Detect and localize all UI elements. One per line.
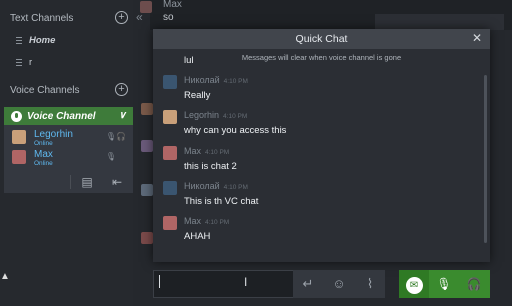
background-avatar bbox=[141, 103, 153, 115]
voice-channel-toolbar: ▤ ⇤ bbox=[4, 171, 133, 193]
message-author: Николай 4:10 PM bbox=[184, 181, 248, 191]
voice-channel-label: Voice Channel bbox=[27, 110, 96, 122]
ibeam-cursor-icon: I bbox=[244, 275, 248, 289]
divider bbox=[70, 175, 71, 189]
microphone-icon: 🎙 bbox=[105, 132, 116, 141]
background-avatar bbox=[140, 1, 152, 13]
background-avatar bbox=[141, 184, 153, 196]
message-text: why can you access this bbox=[184, 125, 287, 136]
author-name: Max bbox=[184, 216, 202, 226]
leave-channel-icon[interactable]: ⇤ bbox=[107, 173, 127, 191]
message-author: Max 4:10 PM bbox=[184, 216, 229, 226]
message-time: 4:10 PM bbox=[223, 78, 248, 85]
channel-item-r[interactable]: r bbox=[16, 57, 32, 68]
add-voice-channel-icon[interactable]: + bbox=[115, 83, 128, 96]
author-name: Max bbox=[184, 146, 202, 156]
voice-channels-label: Voice Channels bbox=[10, 84, 80, 96]
mouse-pointer-icon: ▲ bbox=[0, 271, 10, 282]
message-time: 4:10 PM bbox=[223, 113, 248, 120]
member-status: Online bbox=[34, 140, 53, 147]
member-name: Max bbox=[34, 149, 53, 160]
scrollbar[interactable] bbox=[484, 75, 487, 243]
chevron-down-icon[interactable]: ∨ bbox=[119, 110, 126, 121]
message-author: Николай 4:10 PM bbox=[184, 75, 248, 85]
message-text: lul bbox=[184, 55, 194, 66]
avatar bbox=[163, 146, 177, 160]
voice-member[interactable]: Legorhin Online 🎙 🎧 bbox=[12, 129, 128, 147]
message-author: Legorhin 4:10 PM bbox=[184, 110, 247, 120]
voice-channels-header: Voice Channels + bbox=[0, 80, 133, 100]
paperclip-icon[interactable]: ⌇ bbox=[355, 270, 385, 298]
input-actions: ↵ ☺ ⌇ bbox=[293, 270, 385, 298]
microphone-icon[interactable]: 🎙 bbox=[429, 270, 459, 298]
text-channels-label: Text Channels bbox=[10, 12, 74, 24]
avatar bbox=[163, 216, 177, 230]
text-channel-icon bbox=[16, 59, 22, 66]
channel-label: Home bbox=[29, 35, 56, 46]
voice-channel-item[interactable]: Voice Channel ∨ bbox=[4, 107, 133, 125]
voice-controls: ✉ 🎙 🎧 bbox=[399, 270, 490, 298]
microphone-icon: 🎙 bbox=[105, 152, 116, 161]
chat-log-icon[interactable]: ▤ bbox=[77, 173, 97, 191]
message-text: Really bbox=[184, 90, 211, 101]
background-avatar bbox=[141, 232, 153, 244]
message-text: this is chat 2 bbox=[184, 161, 237, 172]
voice-channel-icon bbox=[11, 110, 22, 122]
member-name: Legorhin bbox=[34, 129, 73, 140]
chat-bubble-icon[interactable]: ✉ bbox=[399, 270, 429, 298]
message-text: This is th VC chat bbox=[184, 196, 259, 207]
enter-icon[interactable]: ↵ bbox=[293, 270, 323, 298]
message-time: 4:10 PM bbox=[205, 219, 230, 226]
author-name: Николай bbox=[184, 181, 220, 191]
avatar bbox=[163, 75, 177, 89]
text-channel-icon bbox=[16, 37, 22, 44]
message-time: 4:10 PM bbox=[205, 149, 230, 156]
text-caret bbox=[159, 275, 160, 288]
background-message-author: Max bbox=[163, 0, 182, 10]
text-channels-header: Text Channels + bbox=[0, 8, 133, 28]
message-author: Max 4:10 PM bbox=[184, 146, 229, 156]
message-time: 4:10 PM bbox=[223, 184, 248, 191]
author-name: Legorhin bbox=[184, 110, 220, 120]
avatar bbox=[163, 181, 177, 195]
member-status: Online bbox=[34, 160, 53, 167]
background-message-text: so bbox=[163, 12, 174, 23]
avatar bbox=[12, 130, 26, 144]
voice-member[interactable]: Max Online 🎙 bbox=[12, 149, 128, 167]
dialog-title: Quick Chat bbox=[153, 29, 490, 49]
avatar bbox=[12, 150, 26, 164]
app-window: { "sidebar": { "text_channels_label": "T… bbox=[0, 0, 512, 306]
background-avatar bbox=[141, 140, 153, 152]
close-icon[interactable]: ✕ bbox=[470, 31, 484, 45]
channel-item-home[interactable]: Home bbox=[16, 35, 55, 46]
headphones-icon: 🎧 bbox=[116, 132, 126, 141]
clear-notice: Messages will clear when voice channel i… bbox=[241, 53, 402, 62]
headphones-icon[interactable]: 🎧 bbox=[459, 270, 489, 298]
avatar bbox=[163, 110, 177, 124]
author-name: Николай bbox=[184, 75, 220, 85]
message-text: AHAH bbox=[184, 231, 211, 242]
emoji-icon[interactable]: ☺ bbox=[324, 270, 354, 298]
add-text-channel-icon[interactable]: + bbox=[115, 11, 128, 24]
collapse-sidebar-icon[interactable]: « bbox=[136, 10, 142, 24]
background-toolbar bbox=[375, 14, 504, 30]
channel-label: r bbox=[29, 57, 33, 68]
